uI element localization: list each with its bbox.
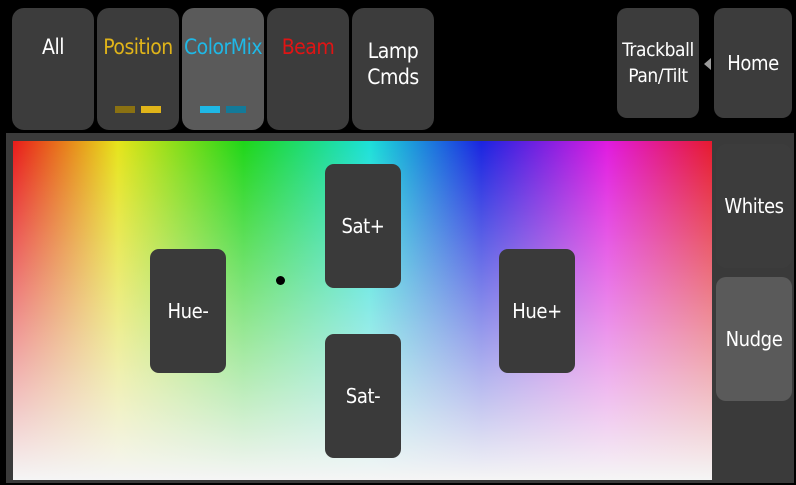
colormix-swatch-1 (200, 106, 220, 113)
home-button-label: Home (727, 51, 779, 75)
sat-minus-button[interactable]: Sat- (325, 334, 401, 458)
tab-colormix-label: ColorMix (183, 35, 263, 59)
hue-minus-label: Hue- (167, 299, 209, 323)
tab-all[interactable]: All (12, 8, 94, 130)
color-picker-field[interactable]: Hue- Sat+ Sat- Hue+ (13, 141, 712, 480)
position-swatch-1 (115, 106, 135, 113)
sat-plus-label: Sat+ (341, 214, 385, 238)
sat-minus-label: Sat- (345, 384, 381, 408)
tab-colormix[interactable]: ColorMix (182, 8, 264, 130)
tab-lamp-cmds-label: Lamp Cmds (367, 39, 419, 89)
hue-minus-button[interactable]: Hue- (150, 249, 226, 373)
whites-button[interactable]: Whites (716, 144, 792, 268)
collapse-arrow-icon (704, 58, 711, 70)
position-swatches (115, 106, 161, 113)
trackball-button[interactable]: Trackball Pan/Tilt (617, 8, 699, 118)
color-position-marker (276, 276, 285, 285)
position-swatch-2 (141, 106, 161, 113)
home-button[interactable]: Home (714, 8, 792, 118)
tab-all-label: All (42, 35, 64, 59)
tab-beam[interactable]: Beam (267, 8, 349, 130)
whites-button-label: Whites (724, 194, 784, 218)
trackball-button-label: Trackball Pan/Tilt (622, 39, 694, 87)
colormix-swatches (200, 106, 246, 113)
colormix-swatch-2 (226, 106, 246, 113)
tab-beam-label: Beam (281, 35, 335, 59)
nudge-button-label: Nudge (725, 327, 783, 351)
hue-plus-button[interactable]: Hue+ (499, 249, 575, 373)
hue-plus-label: Hue+ (512, 299, 562, 323)
tab-lamp-cmds[interactable]: Lamp Cmds (352, 8, 434, 130)
tab-position-label: Position (103, 35, 173, 59)
nudge-button[interactable]: Nudge (716, 277, 792, 401)
sat-plus-button[interactable]: Sat+ (325, 164, 401, 288)
tab-position[interactable]: Position (97, 8, 179, 130)
